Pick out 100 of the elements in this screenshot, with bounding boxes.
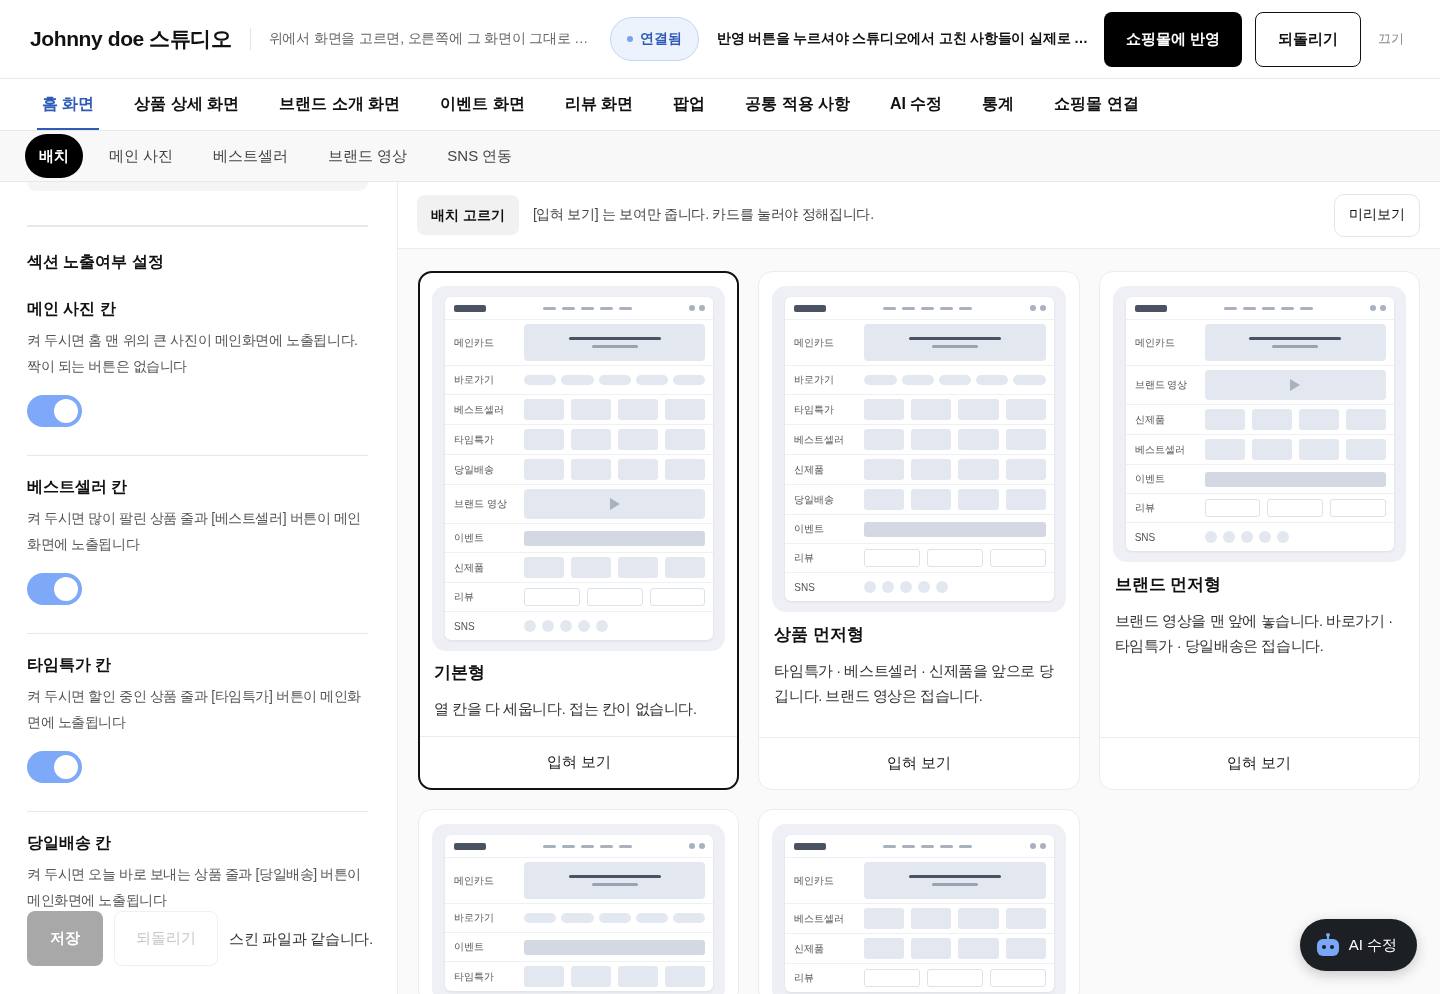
review-tile xyxy=(989,549,1046,567)
studio-logo: Johnny doe 스튜디오 xyxy=(30,26,232,52)
review-tile xyxy=(864,549,921,567)
header-dot xyxy=(689,305,696,311)
subtitle-line xyxy=(932,345,978,348)
screen-tab[interactable]: 상품 상세 화면 xyxy=(129,79,245,130)
status-dot-icon xyxy=(627,36,633,42)
nav-dash xyxy=(883,306,897,310)
layout-card[interactable]: 메인카드 바로가기 타임특가 베스트셀러 신제품 당일배송 이벤트 리뷰 SNS 상품 먼저형 타임특가 · 베스트셀러 · 신제품을 앞으로 당깁니다. 브랜드 영상은 접습니다. 입혀 보기 xyxy=(758,271,1080,790)
section-label: 베스트셀러 xyxy=(794,432,846,447)
layout-card[interactable]: 메인카드 바로가기 베스트셀러 타임특가 당일배송 브랜드 영상 이벤트 신제품 리뷰 SNS 기본형 열 칸을 다 세웁니다. 접는 칸이 없습니다. 입혀 보기 xyxy=(418,271,740,790)
review-tile xyxy=(1330,499,1386,517)
screen-tab[interactable]: 브랜드 소개 화면 xyxy=(274,79,406,130)
layout-hint: [입혀 보기] 는 보여만 줍니다. 카드를 눌러야 정해집니다. xyxy=(532,206,874,224)
layout-card[interactable]: 메인카드 베스트셀러 신제품 리뷰 xyxy=(758,809,1080,994)
preview-button[interactable]: 미리보기 xyxy=(1334,193,1420,237)
section-label: 메인카드 xyxy=(1134,335,1176,350)
review-tile xyxy=(1267,499,1324,517)
play-icon xyxy=(1290,379,1301,391)
revert-button[interactable]: 되돌리기 xyxy=(1255,11,1361,67)
section-label: 당일배송 xyxy=(794,492,836,507)
logo-bar xyxy=(1134,304,1167,312)
nav-dash xyxy=(619,844,633,848)
product-tile xyxy=(864,938,905,959)
nav-dash xyxy=(959,306,973,310)
product-tile xyxy=(524,399,565,420)
apply-preview-button[interactable]: 입혀 보기 xyxy=(759,737,1079,789)
nav-dash xyxy=(581,306,595,310)
product-tile xyxy=(618,459,659,480)
status-label: 연결됨 xyxy=(640,30,682,48)
section-label: 브랜드 영상 xyxy=(454,497,508,511)
section-label: 바로가기 xyxy=(454,373,495,387)
nav-dash xyxy=(562,306,576,310)
screen-tab[interactable]: 팝업 xyxy=(668,79,711,130)
review-tile xyxy=(1204,499,1261,517)
section-description: 켜 두시면 할인 중인 상품 줄과 [타임특가] 버튼이 메인화면에 노출됩니다 xyxy=(27,687,363,732)
layout-card[interactable]: 메인카드 바로가기 이벤트 타임특가 xyxy=(418,809,740,994)
sns-circle xyxy=(882,581,895,593)
product-tile xyxy=(864,489,905,510)
product-tile xyxy=(958,938,999,959)
screen-tab[interactable]: 통계 xyxy=(977,79,1020,130)
product-tile xyxy=(1298,409,1339,430)
section-label: 타임특가 xyxy=(454,969,495,984)
publish-button[interactable]: 쇼핑몰에 반영 xyxy=(1103,11,1242,67)
header-dot xyxy=(689,843,696,849)
header-dot xyxy=(1039,305,1046,311)
product-tile xyxy=(571,557,612,578)
sns-circle xyxy=(1276,531,1289,543)
section-label: 이벤트 xyxy=(1134,472,1166,486)
subtitle-line xyxy=(591,883,638,886)
product-tile xyxy=(1298,439,1339,460)
ai-edit-button[interactable]: AI 수정 xyxy=(1299,919,1417,971)
section-tab[interactable]: 배치 xyxy=(25,134,83,178)
header-dot xyxy=(699,305,706,311)
screen-tab[interactable]: 쇼핑몰 연결 xyxy=(1049,79,1144,130)
product-tile xyxy=(911,429,952,450)
section-tab[interactable]: SNS 연동 xyxy=(433,134,527,178)
robot-icon xyxy=(1315,933,1340,957)
screen-tab[interactable]: 리뷰 화면 xyxy=(559,79,639,130)
layout-label: 배치 고르기 xyxy=(417,195,519,235)
logo-bar xyxy=(454,842,486,850)
section-label: 메인카드 xyxy=(454,873,495,888)
nav-dash xyxy=(1261,306,1275,310)
header-dot xyxy=(1370,305,1376,311)
sns-circle xyxy=(560,620,572,632)
product-tile xyxy=(665,557,706,578)
product-tile xyxy=(1005,429,1046,450)
product-tile xyxy=(571,459,612,480)
review-tile xyxy=(927,549,983,567)
nav-dash xyxy=(940,306,954,310)
screen-tab[interactable]: 공통 적용 사항 xyxy=(740,79,856,130)
toggle-switch[interactable] xyxy=(27,751,82,783)
toggle-switch[interactable] xyxy=(27,395,82,427)
shortcut-pill xyxy=(864,375,897,385)
shortcut-pill xyxy=(598,913,631,923)
product-tile xyxy=(1005,399,1046,420)
section-label: 베스트셀러 xyxy=(454,402,505,417)
sync-note: 스킨 파일과 같습니다. xyxy=(229,929,373,949)
section-tab[interactable]: 브랜드 영상 xyxy=(314,134,422,178)
shortcut-pill xyxy=(673,375,706,385)
product-tile xyxy=(911,459,952,480)
layout-title: 기본형 xyxy=(434,662,486,684)
apply-preview-button[interactable]: 입혀 보기 xyxy=(420,736,738,788)
sns-circle xyxy=(918,581,931,593)
section-tab[interactable]: 메인 사진 xyxy=(95,134,188,178)
logo-bar xyxy=(794,842,827,850)
toggle-switch[interactable] xyxy=(27,573,82,605)
turn-off-button[interactable]: 끄기 xyxy=(1372,26,1410,52)
shortcut-pill xyxy=(524,913,557,923)
product-tile xyxy=(958,459,999,480)
screen-tab[interactable]: AI 수정 xyxy=(885,79,948,130)
nav-dash xyxy=(1280,306,1294,310)
section-tab[interactable]: 베스트셀러 xyxy=(199,134,303,178)
sns-circle xyxy=(1222,531,1235,543)
shortcut-pill xyxy=(673,913,706,923)
screen-tab[interactable]: 이벤트 화면 xyxy=(435,79,530,130)
sns-circle xyxy=(1258,531,1271,543)
layout-card[interactable]: 메인카드 브랜드 영상 신제품 베스트셀러 이벤트 리뷰 SNS 브랜드 먼저형 브랜드 영상을 맨 앞에 놓습니다. 바로가기 · 타임특가 · 당일배송은 접습니다. 입혀 보기 xyxy=(1098,271,1420,790)
section-label: 타임특가 xyxy=(454,432,495,447)
apply-preview-button[interactable]: 입혀 보기 xyxy=(1099,737,1419,789)
